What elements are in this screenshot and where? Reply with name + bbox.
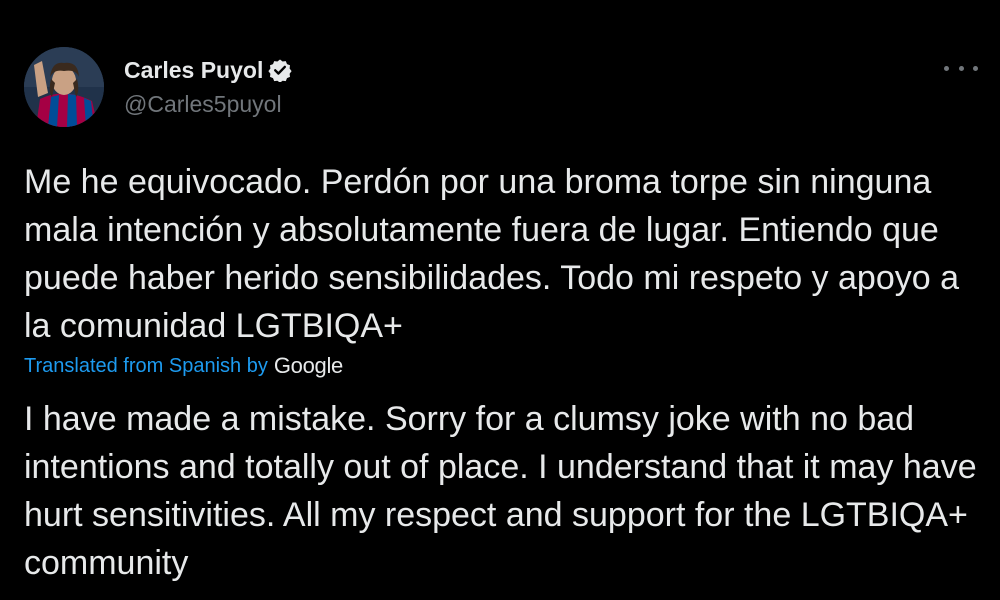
- tweet-translated-text: I have made a mistake. Sorry for a clums…: [24, 400, 977, 582]
- author-handle[interactable]: @Carles5puyol: [124, 90, 282, 118]
- more-options-icon[interactable]: [944, 56, 978, 80]
- verified-badge-icon: [268, 59, 292, 82]
- tweet-original-text: Me he equivocado. Perdón por una broma t…: [24, 163, 959, 345]
- more-dot: [973, 65, 978, 71]
- tweet-card: Carles Puyol @Carles5puyol Me he equivoc…: [0, 0, 1000, 600]
- more-dot: [958, 65, 964, 71]
- avatar-image: [24, 47, 104, 127]
- translation-link[interactable]: Translated from Spanish by: [24, 355, 268, 378]
- google-logo: Google: [273, 353, 343, 378]
- avatar[interactable]: [24, 47, 104, 127]
- more-dot: [944, 65, 949, 71]
- translation-attribution: Translated from Spanish by Google: [24, 352, 343, 380]
- author-name-text: Carles Puyol: [124, 57, 264, 83]
- author-name[interactable]: Carles Puyol: [124, 56, 292, 84]
